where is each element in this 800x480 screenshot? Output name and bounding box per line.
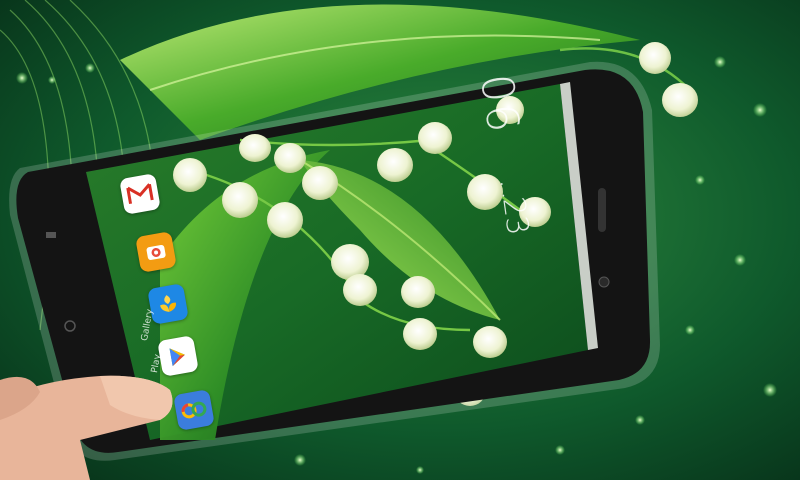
camera-icon	[146, 245, 166, 260]
camera-app-icon[interactable]	[135, 231, 177, 273]
clock-minute: 23	[495, 194, 536, 238]
gmail-icon	[125, 181, 155, 207]
photos-icon	[181, 401, 207, 419]
clock-hour: 06	[470, 70, 529, 138]
play-store-icon	[169, 348, 185, 367]
play-store-app-icon[interactable]	[157, 335, 199, 377]
menu-key-icon	[46, 232, 56, 238]
photos-app-icon[interactable]	[173, 389, 215, 431]
smartphone	[0, 61, 661, 480]
gallery-icon	[160, 295, 177, 312]
front-camera	[598, 276, 610, 288]
speaker-grill	[598, 188, 606, 232]
gmail-app-icon[interactable]	[119, 173, 161, 215]
